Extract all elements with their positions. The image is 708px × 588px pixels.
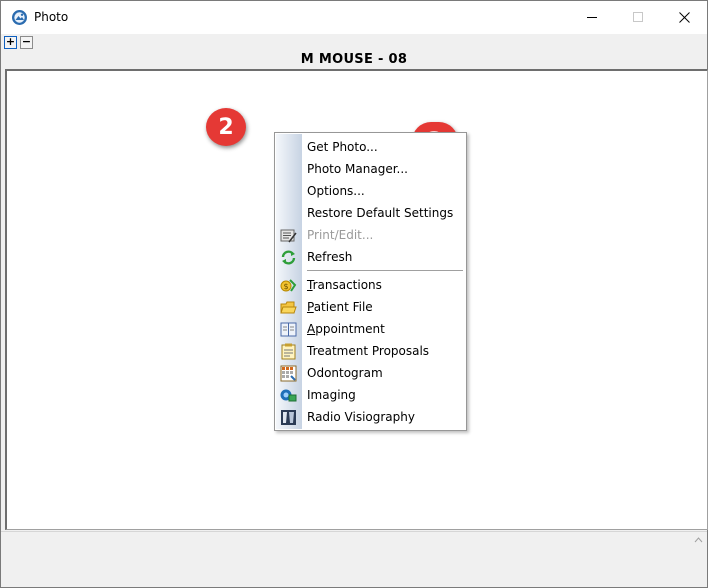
- menu-item-label: Refresh: [307, 250, 353, 264]
- menu-item-get-photo[interactable]: Get Photo...: [276, 136, 465, 158]
- menu-item-treatment-proposals[interactable]: Treatment Proposals: [276, 340, 465, 362]
- minimize-button[interactable]: [569, 1, 615, 33]
- menu-item-label: Patient File: [307, 300, 373, 314]
- menu-item-restore-default-settings[interactable]: Restore Default Settings: [276, 202, 465, 224]
- menu-item-label: Transactions: [307, 278, 382, 292]
- imaging-icon: [280, 389, 297, 402]
- print-edit-icon: [280, 229, 297, 243]
- patient-name-header: M MOUSE - 08: [300, 52, 408, 67]
- menu-item-photo-manager[interactable]: Photo Manager...: [276, 158, 465, 180]
- menu-item-transactions[interactable]: $ Transactions: [276, 274, 465, 296]
- collapse-button[interactable]: −: [20, 36, 33, 49]
- menu-item-patient-file[interactable]: Patient File: [276, 296, 465, 318]
- svg-text:$: $: [284, 282, 289, 291]
- bottom-panel: [1, 531, 707, 587]
- menu-item-label: Imaging: [307, 388, 356, 402]
- title-bar[interactable]: Photo: [1, 1, 707, 34]
- odontogram-icon: [280, 365, 297, 382]
- menu-item-label: Radio Visiography: [307, 410, 415, 424]
- appointment-icon: [280, 322, 297, 337]
- minimize-icon: [586, 16, 597, 18]
- menu-item-print-edit: Print/Edit...: [276, 224, 465, 246]
- photo-app-icon: [12, 10, 27, 25]
- scroll-up-icon[interactable]: [694, 536, 703, 545]
- radio-visiography-icon: [281, 410, 296, 425]
- maximize-icon: [632, 11, 643, 22]
- window-title: Photo: [34, 10, 69, 24]
- menu-item-appointment[interactable]: Appointment: [276, 318, 465, 340]
- menu-item-label: Treatment Proposals: [307, 344, 430, 358]
- transactions-icon: $: [280, 279, 297, 292]
- menu-item-label: Restore Default Settings: [307, 206, 454, 220]
- menu-item-refresh[interactable]: Refresh: [276, 246, 465, 268]
- close-button[interactable]: [661, 1, 707, 33]
- expand-button[interactable]: +: [4, 36, 17, 49]
- menu-item-options[interactable]: Options...: [276, 180, 465, 202]
- menu-item-label: Options...: [307, 184, 365, 198]
- step-callout-2: 2: [206, 108, 246, 146]
- context-menu: Get Photo... Photo Manager... Options...…: [274, 132, 467, 431]
- menu-item-imaging[interactable]: Imaging: [276, 384, 465, 406]
- maximize-button[interactable]: [615, 1, 661, 33]
- menu-item-label: Print/Edit...: [307, 228, 374, 242]
- menu-item-label: Odontogram: [307, 366, 383, 380]
- treatment-proposals-icon: [281, 343, 296, 360]
- menu-item-odontogram[interactable]: Odontogram: [276, 362, 465, 384]
- menu-item-label: Get Photo...: [307, 140, 378, 154]
- menu-item-label: Photo Manager...: [307, 162, 408, 176]
- close-icon: [678, 11, 690, 23]
- toolbar: + −: [1, 34, 707, 52]
- menu-item-radio-visiography[interactable]: Radio Visiography: [276, 406, 465, 428]
- menu-item-label: Appointment: [307, 322, 385, 336]
- patient-file-icon: [280, 301, 297, 314]
- refresh-icon: [281, 250, 296, 265]
- menu-separator: [307, 270, 463, 272]
